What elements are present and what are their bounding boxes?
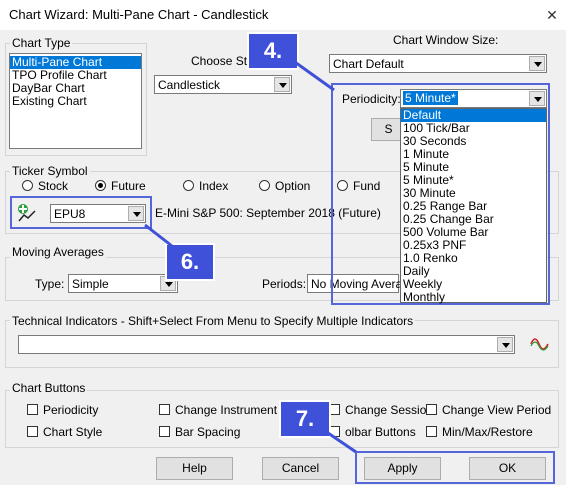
chevron-down-icon[interactable] — [274, 77, 290, 92]
chart-type-list[interactable]: Multi-Pane Chart TPO Profile Chart DayBar … — [9, 53, 142, 149]
chart-button-label: Change Session — [345, 403, 434, 417]
periodicity-label: Periodicity: — [342, 92, 401, 106]
periodicity-option[interactable]: Monthly — [401, 291, 546, 304]
chevron-down-icon[interactable] — [529, 91, 545, 106]
choose-style-combo[interactable]: Candlestick — [154, 75, 292, 94]
help-button[interactable]: Help — [156, 457, 233, 480]
close-icon[interactable]: ✕ — [541, 4, 563, 26]
checkbox-icon[interactable] — [27, 404, 38, 415]
callout-4-connector — [291, 58, 335, 92]
ma-type-combo[interactable]: Simple — [68, 274, 178, 293]
window-size-combo[interactable]: Chart Default — [329, 54, 547, 73]
chart-type-label: Chart Type — [10, 36, 73, 50]
choose-style-value: Candlestick — [158, 78, 221, 92]
apply-button[interactable]: Apply — [364, 457, 441, 480]
ticker-radio-label: Future — [111, 179, 146, 193]
chevron-down-icon[interactable] — [529, 56, 545, 71]
radio-icon[interactable] — [95, 180, 106, 191]
indicator-wave-icon[interactable] — [530, 335, 550, 353]
radio-icon[interactable] — [259, 180, 270, 191]
chart-button-label: Min/Max/Restore — [442, 425, 533, 439]
chart-type-item[interactable]: Existing Chart — [10, 95, 141, 108]
ticker-radio-label: Option — [275, 179, 311, 193]
ticker-radio-label: Index — [199, 179, 229, 193]
checkbox-icon[interactable] — [426, 404, 437, 415]
callout-6-connector — [144, 223, 173, 248]
window-size-value: Chart Default — [333, 57, 404, 71]
checkbox-icon[interactable] — [159, 404, 170, 415]
periodicity-combo[interactable]: 5 Minute* — [400, 89, 547, 108]
chart-button-label: Periodicity — [43, 403, 99, 417]
ma-type-value: Simple — [72, 277, 109, 291]
technical-indicators-label: Technical Indicators - Shift+Select From… — [10, 314, 416, 328]
ok-button[interactable]: OK — [469, 457, 546, 480]
chart-button-label: Chart Style — [43, 425, 103, 439]
window-size-label: Chart Window Size: — [393, 33, 499, 47]
symbol-value: EPU8 — [54, 207, 86, 221]
symbol-lookup-icon[interactable] — [17, 203, 37, 223]
ticker-symbol-label: Ticker Symbol — [10, 164, 90, 178]
symbol-combo[interactable]: EPU8 — [50, 204, 146, 223]
callout-7-connector — [324, 429, 357, 454]
cancel-button[interactable]: Cancel — [262, 457, 339, 480]
checkbox-icon[interactable] — [159, 426, 170, 437]
periodicity-dropdown-list[interactable]: Default 100 Tick/Bar 30 Seconds 1 Minute 5 M… — [400, 108, 547, 304]
ma-periods-label: Periods: — [262, 277, 307, 291]
chart-button-label: Bar Spacing — [175, 425, 241, 439]
chart-button-label: Change View Period — [442, 403, 552, 417]
technical-indicators-combo[interactable] — [18, 335, 515, 354]
chart-button-label: Change Instrument — [175, 403, 278, 417]
periodicity-value: 5 Minute* — [403, 91, 458, 105]
radio-icon[interactable] — [183, 180, 194, 191]
window-title: Chart Wizard: Multi-Pane Chart - Candles… — [9, 7, 269, 22]
ma-type-label: Type: — [35, 277, 65, 291]
chevron-down-icon[interactable] — [128, 206, 144, 221]
chart-buttons-label: Chart Buttons — [10, 381, 88, 395]
checkbox-icon[interactable] — [27, 426, 38, 437]
ticker-radio-label: Stock — [38, 179, 69, 193]
chevron-down-icon[interactable] — [497, 337, 513, 352]
moving-averages-label: Moving Averages — [10, 245, 106, 259]
checkbox-icon[interactable] — [426, 426, 437, 437]
radio-icon[interactable] — [22, 180, 33, 191]
